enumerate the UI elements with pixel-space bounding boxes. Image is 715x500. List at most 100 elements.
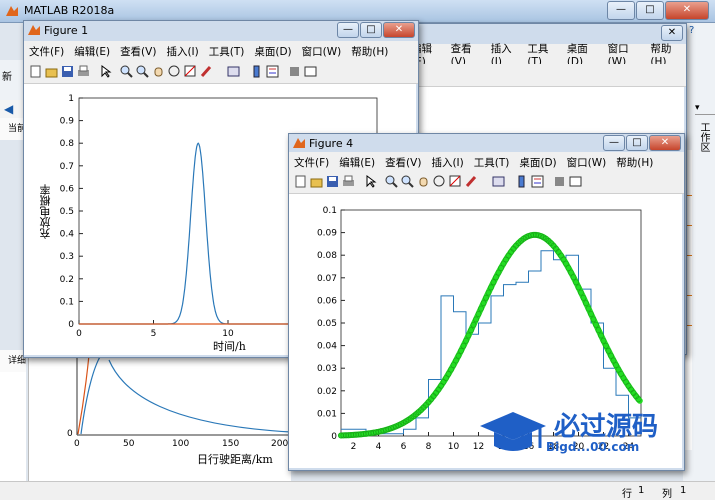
menu-desktop[interactable]: 桌面(D) — [514, 155, 561, 170]
colorbar-icon[interactable] — [250, 65, 263, 78]
distance-plot-area: 0 0 50 100 150 200 日行驶距离/km — [28, 354, 292, 482]
save-icon[interactable] — [326, 175, 339, 188]
figure-matlab-icon — [293, 138, 305, 148]
figure1-ytick-label: 0.4 — [60, 230, 75, 240]
figure1-xlabel: 时间/h — [213, 340, 246, 353]
rotate-3d-icon[interactable] — [433, 175, 446, 188]
new-fragment-label: 新 — [2, 72, 12, 83]
figure1-close-button[interactable]: ✕ — [383, 22, 415, 38]
matlab-logo-icon — [6, 6, 18, 16]
figure1-menubar: 文件(F) 编辑(E) 查看(V) 插入(I) 工具(T) 桌面(D) 窗口(W… — [24, 41, 418, 61]
menu-file[interactable]: 文件(F) — [289, 155, 334, 170]
figure4-ytick-label: 0.06 — [317, 296, 337, 306]
menu-file[interactable]: 文件(F) — [24, 44, 69, 59]
zoom-in-icon[interactable] — [120, 65, 133, 78]
figure4-maximize-button[interactable]: □ — [626, 135, 648, 151]
pointer-icon[interactable] — [100, 65, 113, 78]
figure4-title-bar: Figure 4 — □ ✕ — [289, 134, 684, 154]
menu-window[interactable]: 窗口(W) — [297, 44, 347, 59]
figure1-ylabel: 充放电概率 — [39, 184, 52, 239]
menu-view[interactable]: 查看(V) — [115, 44, 161, 59]
main-window-title: MATLAB R2018a — [24, 4, 115, 17]
new-figure-icon[interactable] — [294, 175, 307, 188]
open-file-icon[interactable] — [45, 65, 58, 78]
back-arrow-icon[interactable]: ◀ — [4, 102, 13, 116]
pan-hand-icon[interactable] — [417, 175, 430, 188]
legend-icon[interactable] — [531, 175, 544, 188]
figure1-ytick-label: 1 — [68, 94, 74, 104]
right-dropdown-fragment[interactable]: ▾ — [695, 100, 715, 115]
figure4-xtick-label: 6 — [401, 442, 407, 452]
menu-help[interactable]: 帮助(H) — [611, 155, 658, 170]
show-plot-tools-icon[interactable] — [304, 65, 317, 78]
hide-plot-tools-icon[interactable] — [288, 65, 301, 78]
data-cursor-icon[interactable] — [184, 65, 197, 78]
menu-edit[interactable]: 编辑(E) — [69, 44, 115, 59]
figure4-xtick-label: 10 — [448, 442, 460, 452]
brush-icon[interactable] — [200, 65, 213, 78]
watermark: 必过源码 Bigd...00.com — [478, 406, 678, 466]
link-plot-icon[interactable] — [492, 175, 505, 188]
figure1-ytick-label: 0.6 — [60, 184, 75, 194]
menu-window[interactable]: 窗口(W) — [562, 155, 612, 170]
brush-icon[interactable] — [465, 175, 478, 188]
figure4-close-button[interactable]: ✕ — [649, 135, 681, 151]
print-icon[interactable] — [77, 65, 90, 78]
workspace-vertical-label[interactable]: 工作区 — [697, 122, 711, 156]
menu-desktop[interactable]: 桌面(D) — [249, 44, 296, 59]
rotate-3d-icon[interactable] — [168, 65, 181, 78]
figure1-minimize-button[interactable]: — — [337, 22, 359, 38]
colorbar-icon[interactable] — [515, 175, 528, 188]
menu-insert[interactable]: 插入(I) — [426, 155, 468, 170]
figure1-ytick-label: 0.1 — [60, 297, 74, 307]
distance-xlabel: 日行驶距离/km — [197, 453, 273, 466]
figure4-title: Figure 4 — [309, 137, 354, 150]
distance-xtick-150: 150 — [222, 439, 240, 449]
figure1-ytick-label: 0.3 — [60, 252, 74, 262]
save-icon[interactable] — [61, 65, 74, 78]
figure4-xtick-label: 8 — [426, 442, 432, 452]
menu-edit[interactable]: 编辑(E) — [334, 155, 380, 170]
figure1-ytick-label: 0.8 — [60, 139, 75, 149]
menu-help[interactable]: 帮助(H) — [346, 44, 393, 59]
figure1-maximize-button[interactable]: □ — [360, 22, 382, 38]
menu-tools[interactable]: 工具(T) — [469, 155, 515, 170]
figure4-ytick-label: 0.05 — [317, 319, 337, 329]
pointer-icon[interactable] — [365, 175, 378, 188]
figure4-ytick-label: 0.07 — [317, 274, 337, 284]
help-icon[interactable]: ? — [689, 23, 705, 37]
legend-icon[interactable] — [266, 65, 279, 78]
status-row-value: 1 — [638, 485, 645, 496]
back-figure-close-button[interactable]: ✕ — [661, 25, 683, 41]
zoom-in-icon[interactable] — [385, 175, 398, 188]
back-figure-toolbar — [406, 64, 686, 87]
watermark-sub-text: Bigd...00.com — [546, 440, 640, 454]
menu-tools[interactable]: 工具(T) — [204, 44, 250, 59]
hide-plot-tools-icon[interactable] — [553, 175, 566, 188]
figure4-ytick-label: 0.02 — [317, 387, 337, 397]
open-file-icon[interactable] — [310, 175, 323, 188]
figure4-minimize-button[interactable]: — — [603, 135, 625, 151]
figure4-ytick-label: 0.04 — [317, 342, 337, 352]
zoom-out-icon[interactable] — [136, 65, 149, 78]
minimize-button[interactable]: — — [607, 1, 635, 20]
link-plot-icon[interactable] — [227, 65, 240, 78]
distance-xtick-100: 100 — [172, 439, 190, 449]
menu-view[interactable]: 查看(V) — [380, 155, 426, 170]
close-button[interactable]: ✕ — [665, 1, 709, 20]
data-cursor-icon[interactable] — [449, 175, 462, 188]
figure4-ytick-label: 0.1 — [323, 206, 337, 216]
menu-insert[interactable]: 插入(I) — [161, 44, 203, 59]
figure4-xtick-label: 2 — [351, 442, 357, 452]
graduation-cap-logo-icon — [480, 412, 546, 451]
pan-hand-icon[interactable] — [152, 65, 165, 78]
print-icon[interactable] — [342, 175, 355, 188]
figure1-xtick-label: 0 — [76, 329, 82, 339]
new-figure-icon[interactable] — [29, 65, 42, 78]
chevron-down-icon[interactable]: ▾ — [695, 103, 700, 113]
show-plot-tools-icon[interactable] — [569, 175, 582, 188]
figure1-title: Figure 1 — [44, 24, 89, 37]
figure1-toolbar — [24, 61, 418, 84]
maximize-button[interactable]: □ — [636, 1, 664, 20]
zoom-out-icon[interactable] — [401, 175, 414, 188]
